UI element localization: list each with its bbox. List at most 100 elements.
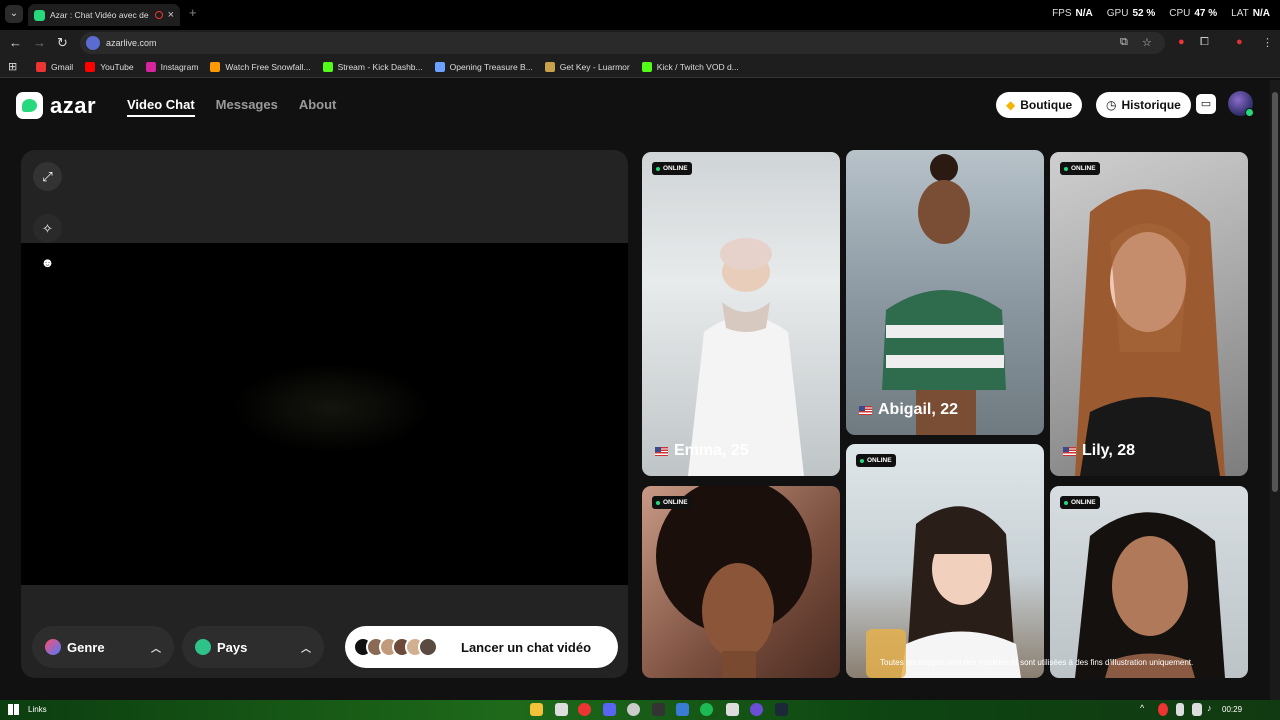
app-icon[interactable]: [627, 703, 640, 716]
browser-tab[interactable]: Azar : Chat Vidéo avec de n ×: [28, 4, 180, 26]
expand-icon[interactable]: ⤢: [33, 162, 62, 191]
main-nav: Video Chat Messages About: [127, 97, 336, 117]
online-badge: ONLINE: [856, 454, 896, 467]
bookmark-youtube[interactable]: YouTube: [85, 61, 134, 72]
online-badge: ONLINE: [1060, 496, 1100, 509]
page-scrollbar[interactable]: [1270, 80, 1280, 700]
forward-arrow-icon[interactable]: →: [33, 35, 46, 50]
us-flag-icon: [859, 405, 872, 415]
azar-logo[interactable]: azar: [16, 92, 96, 119]
vod-icon: [641, 61, 652, 72]
bookmark-vod[interactable]: Kick / Twitch VOD d...: [641, 61, 739, 72]
clock-icon: ◷: [1106, 98, 1117, 112]
gem-icon: ◆: [1006, 98, 1016, 112]
windows-start-icon[interactable]: [8, 704, 19, 715]
status-dot: [1245, 108, 1254, 117]
historique-label: Historique: [1121, 98, 1181, 112]
historique-button[interactable]: ◷ Historique: [1096, 92, 1191, 118]
face-filter-icon[interactable]: ☻: [33, 248, 62, 277]
chat-controls: Genre ︿ Pays ︿ Lancer un chat vidéo: [21, 626, 628, 668]
browser-menu-icon[interactable]: ⋮: [1262, 36, 1273, 49]
online-badge: ONLINE: [652, 162, 692, 175]
genre-selector[interactable]: Genre ︿: [32, 626, 174, 668]
profile-card-6[interactable]: ONLINE: [1050, 486, 1248, 678]
azar-logo-icon: [16, 92, 43, 119]
nav-messages[interactable]: Messages: [216, 97, 278, 117]
perf-fps: FPS N/A: [1052, 8, 1093, 19]
profile-card-abigail[interactable]: Abigail, 22: [846, 150, 1044, 435]
microphone-icon[interactable]: [1176, 703, 1184, 716]
youtube-icon: [85, 61, 96, 72]
person-illustration: [1075, 189, 1225, 476]
inbox-icon[interactable]: ▭: [1196, 94, 1216, 114]
person-illustration: [866, 506, 1021, 678]
app-icon[interactable]: [676, 703, 689, 716]
nav-video-chat[interactable]: Video Chat: [127, 97, 195, 117]
azar-favicon-icon: [34, 9, 45, 21]
tray-chevron-icon[interactable]: ^: [1140, 703, 1150, 716]
magic-wand-icon[interactable]: ✧: [33, 214, 62, 243]
profile-card-5[interactable]: ONLINE: [846, 444, 1044, 678]
cast-icon[interactable]: ⧉: [1120, 36, 1128, 49]
key-icon: [544, 61, 555, 72]
bookmark-star-icon[interactable]: ☆: [1142, 36, 1152, 49]
taskbar-clock[interactable]: 00:29: [1222, 705, 1242, 714]
start-label: Lancer un chat vidéo: [461, 639, 592, 655]
windows-taskbar: Links ^ ♪ 00:29: [0, 700, 1280, 720]
pays-label: Pays: [217, 639, 248, 655]
reload-icon[interactable]: ↻: [57, 35, 68, 51]
bookmarks-bar: ⊞ Gmail YouTube Instagram Watch Free Sno…: [0, 56, 1280, 78]
start-video-chat-button[interactable]: Lancer un chat vidéo: [345, 626, 618, 668]
bookmark-gmail[interactable]: Gmail: [36, 61, 73, 72]
network-icon[interactable]: [1192, 703, 1202, 716]
app-icon[interactable]: [750, 703, 763, 716]
profile-card-lily[interactable]: ONLINE Lily, 28: [1050, 152, 1248, 476]
gender-icon: [45, 639, 61, 655]
user-faces: [353, 637, 443, 657]
app-icon[interactable]: [555, 703, 568, 716]
address-bar[interactable]: azarlive.com: [80, 32, 1165, 54]
avatar[interactable]: [1228, 91, 1254, 117]
genre-label: Genre: [67, 639, 105, 655]
us-flag-icon: [655, 446, 668, 456]
bookmark-treasure[interactable]: Opening Treasure B...: [434, 61, 533, 72]
profile-name: Abigail, 22: [859, 401, 958, 419]
close-tab-icon[interactable]: ×: [168, 9, 174, 21]
spotify-icon[interactable]: [700, 703, 713, 716]
links-toolbar[interactable]: Links: [28, 705, 47, 714]
extensions-puzzle-icon[interactable]: ⧠: [1200, 36, 1209, 49]
new-tab-button[interactable]: +: [189, 5, 197, 20]
hd-icon: [210, 61, 221, 72]
online-badge: ONLINE: [652, 496, 692, 509]
extension-icon[interactable]: ●: [1178, 36, 1185, 48]
nav-about[interactable]: About: [299, 97, 337, 117]
bookmark-kick-dashboard[interactable]: Stream - Kick Dashb...: [322, 61, 423, 72]
back-arrow-icon[interactable]: ←: [9, 35, 22, 50]
scrollbar-thumb[interactable]: [1272, 92, 1278, 492]
bookmark-snowfall[interactable]: Watch Free Snowfall...: [210, 61, 311, 72]
apps-grid-icon[interactable]: ⊞: [8, 60, 20, 73]
profile-card-emma[interactable]: ONLINE Emma, 25: [642, 152, 840, 476]
perf-cpu: CPU 47 %: [1169, 8, 1218, 19]
steam-icon[interactable]: [775, 703, 788, 716]
site-info-icon[interactable]: [86, 36, 100, 50]
tray-app-icon[interactable]: [1158, 703, 1168, 716]
boutique-label: Boutique: [1020, 98, 1073, 112]
profile-icon[interactable]: ●: [1236, 36, 1243, 48]
boutique-button[interactable]: ◆ Boutique: [996, 92, 1083, 118]
cloud-icon: [434, 61, 445, 72]
volume-icon[interactable]: ♪: [1207, 703, 1217, 716]
app-icon[interactable]: [652, 703, 665, 716]
profile-card-4[interactable]: ONLINE: [642, 486, 840, 678]
bookmark-luarmor[interactable]: Get Key - Luarmor: [544, 61, 630, 72]
discord-icon[interactable]: [603, 703, 616, 716]
person-illustration: [882, 154, 1006, 435]
bookmark-instagram[interactable]: Instagram: [145, 61, 198, 72]
pays-selector[interactable]: Pays ︿: [182, 626, 324, 668]
file-explorer-icon[interactable]: [530, 703, 543, 716]
tab-search-button[interactable]: ⌄: [5, 5, 23, 23]
chrome-icon[interactable]: [578, 703, 591, 716]
app-icon[interactable]: [726, 703, 739, 716]
instagram-icon: [145, 61, 156, 72]
performance-overlay: FPS N/A GPU 52 % CPU 47 % LAT N/A: [1052, 8, 1270, 19]
